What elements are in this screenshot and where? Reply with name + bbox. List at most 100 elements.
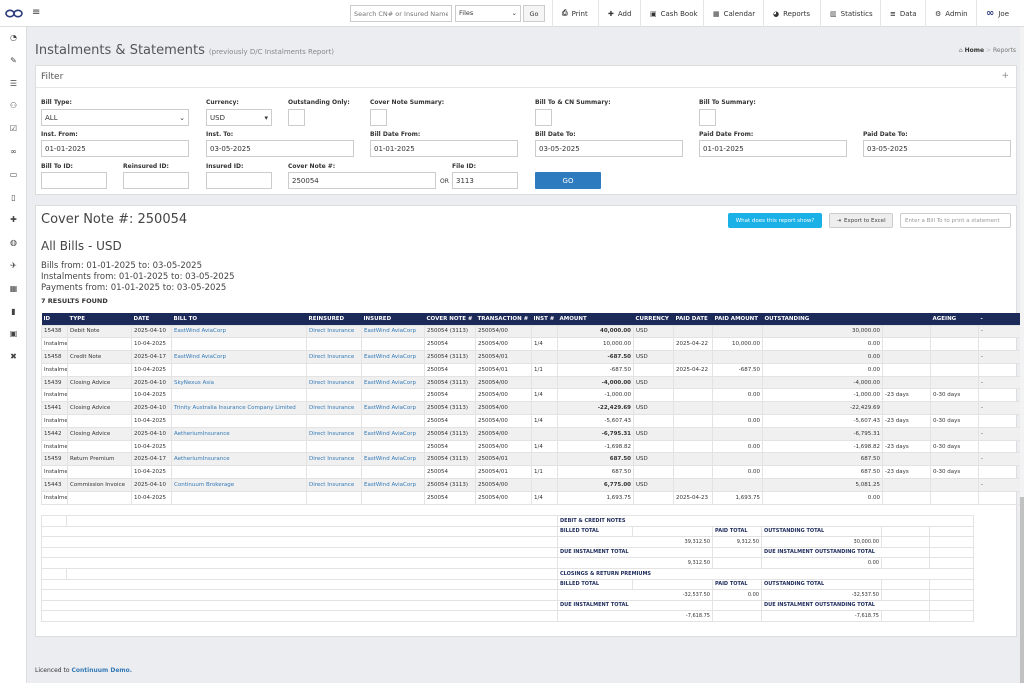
nav-data[interactable]: ≡ Data: [880, 0, 926, 27]
export-to-excel-button[interactable]: ⇥ Export to Excel: [829, 213, 893, 228]
nav-admin[interactable]: ⚙ Admin: [925, 0, 977, 27]
go-button[interactable]: GO: [535, 172, 601, 189]
nav-add[interactable]: ✚ Add: [598, 0, 640, 27]
bill-type-select[interactable]: ALL ⌄: [41, 109, 189, 126]
calculator-icon[interactable]: ▦: [8, 283, 19, 294]
cell-bill-to[interactable]: EastWind AviaCorp: [171, 350, 307, 364]
cell-bill-to[interactable]: Continuum Brokerage: [171, 478, 307, 492]
column-header[interactable]: TRANSACTION #: [475, 313, 532, 325]
nav-joe[interactable]: ∞ Joe: [976, 0, 1018, 27]
inst-to-input[interactable]: 03-05-2025: [206, 140, 354, 157]
bill-to-cn-summary-checkbox[interactable]: [535, 109, 552, 126]
cell-reinsured[interactable]: Direct Insurance: [306, 478, 362, 492]
column-header[interactable]: REINSURED: [306, 313, 362, 325]
column-header[interactable]: DATE: [131, 313, 172, 325]
cell-insured[interactable]: EastWind AviaCorp: [361, 401, 425, 416]
cell-paid-date: 2025-04-22: [673, 362, 713, 377]
briefcase-icon[interactable]: ▣: [8, 328, 19, 339]
cell-bill-to[interactable]: AetheriumInsurance: [171, 452, 307, 467]
cell-bill-to[interactable]: EastWind AviaCorp: [171, 324, 307, 339]
currency-select[interactable]: USD ▾: [206, 109, 272, 126]
cell-insured[interactable]: EastWind AviaCorp: [361, 452, 425, 467]
search-go-button[interactable]: Go: [523, 5, 545, 22]
column-header[interactable]: COVER NOTE #: [424, 313, 476, 325]
column-header[interactable]: INSURED: [361, 313, 425, 325]
column-header[interactable]: CURRENCY: [633, 313, 674, 325]
cell-transaction: 250054/01: [475, 362, 532, 377]
users-icon[interactable]: ⚇: [8, 100, 19, 111]
bill-to-id-input[interactable]: [41, 172, 107, 189]
nav-label: Statistics: [840, 9, 873, 18]
insured-id-input[interactable]: [206, 172, 272, 189]
cell-reinsured[interactable]: Direct Insurance: [306, 452, 362, 467]
cover-note-summary-checkbox[interactable]: [370, 109, 387, 126]
outstanding-only-checkbox[interactable]: [288, 109, 305, 126]
column-header[interactable]: ID: [41, 313, 68, 325]
plane-icon[interactable]: ✈: [8, 260, 19, 271]
column-header[interactable]: [882, 313, 931, 325]
scrollbar-thumb[interactable]: [1020, 497, 1024, 683]
footer-company-link[interactable]: Continuum Demo.: [71, 667, 132, 674]
column-header[interactable]: OUTSTANDING: [762, 313, 883, 325]
bill-to-summary-checkbox[interactable]: [699, 109, 716, 126]
close-icon[interactable]: ✖: [8, 351, 19, 362]
nav-statistics[interactable]: ▥ Statistics: [820, 0, 882, 27]
nav-cash-book[interactable]: ▣ Cash Book: [640, 0, 707, 27]
cell-reinsured[interactable]: Direct Insurance: [306, 426, 362, 441]
cell-reinsured[interactable]: Direct Insurance: [306, 375, 362, 390]
reinsured-id-input[interactable]: [123, 172, 189, 189]
column-header[interactable]: TYPE: [67, 313, 132, 325]
file-icon[interactable]: ▯: [8, 192, 19, 203]
bill-to-statement-input[interactable]: Enter a Bill To to print a statement: [900, 213, 1011, 228]
nav-print[interactable]: ⎙ Print: [552, 0, 597, 27]
filter-header[interactable]: Filter +: [36, 66, 1016, 88]
cover-note-input[interactable]: 250054: [288, 172, 436, 189]
bill-type-value: ALL: [45, 114, 58, 122]
paid-date-from-input[interactable]: 01-01-2025: [699, 140, 847, 157]
column-header[interactable]: INST #: [531, 313, 558, 325]
column-header[interactable]: PAID AMOUNT: [712, 313, 763, 325]
cell-insured[interactable]: EastWind AviaCorp: [361, 426, 425, 441]
what-does-report-show-button[interactable]: What does this report show?: [728, 213, 822, 228]
nav-calendar[interactable]: ▦ Calendar: [703, 0, 764, 27]
paid-date-to-input[interactable]: 03-05-2025: [863, 140, 1011, 157]
cell-reinsured[interactable]: Direct Insurance: [306, 350, 362, 364]
expand-plus-icon[interactable]: +: [1001, 71, 1009, 81]
column-header[interactable]: AGEING: [930, 313, 979, 325]
search-scope-select[interactable]: Files ⌄: [455, 5, 521, 22]
column-header[interactable]: PAID DATE: [673, 313, 713, 325]
cell-reinsured[interactable]: Direct Insurance: [306, 324, 362, 339]
cell-cover-note: 250054: [424, 337, 476, 352]
search-input[interactable]: [350, 5, 452, 22]
cell-bill-to[interactable]: Trinity Australia Insurance Company Limi…: [171, 401, 307, 416]
cell-date: 2025-04-10: [131, 401, 172, 416]
column-header[interactable]: BILL TO: [171, 313, 307, 325]
cell-insured[interactable]: EastWind AviaCorp: [361, 375, 425, 390]
dashboard-icon[interactable]: ◔: [8, 32, 19, 43]
globe-icon[interactable]: ◍: [8, 237, 19, 248]
plus-icon[interactable]: ✚: [8, 214, 19, 225]
breadcrumb-home[interactable]: Home: [965, 47, 984, 54]
bookmark-icon[interactable]: ▮: [8, 306, 19, 317]
column-header[interactable]: AMOUNT: [557, 313, 634, 325]
pencil-icon[interactable]: ✎: [8, 55, 19, 66]
binoculars-icon[interactable]: ∞: [8, 146, 19, 157]
cell-bill-to[interactable]: AetheriumInsurance: [171, 426, 307, 441]
file-id-input[interactable]: 3113: [452, 172, 518, 189]
cell-insured[interactable]: EastWind AviaCorp: [361, 350, 425, 364]
bill-date-from-input[interactable]: 01-01-2025: [370, 140, 518, 157]
cell-reinsured[interactable]: Direct Insurance: [306, 401, 362, 416]
inst-from-input[interactable]: 01-01-2025: [41, 140, 189, 157]
hamburger-icon[interactable]: ≡: [32, 7, 40, 18]
car-icon[interactable]: ▭: [8, 169, 19, 180]
brand-logo[interactable]: [0, 0, 27, 27]
list-icon[interactable]: ☰: [8, 78, 19, 89]
cell-insured[interactable]: EastWind AviaCorp: [361, 324, 425, 339]
column-header[interactable]: -: [978, 313, 1024, 325]
bill-date-to-input[interactable]: 03-05-2025: [535, 140, 683, 157]
cell-bill-to[interactable]: SkyNexus Asia: [171, 375, 307, 390]
check-square-icon[interactable]: ☑: [8, 123, 19, 134]
vertical-scrollbar[interactable]: [1020, 27, 1024, 683]
nav-reports[interactable]: ◕ Reports: [763, 0, 819, 27]
cell-insured[interactable]: EastWind AviaCorp: [361, 478, 425, 492]
